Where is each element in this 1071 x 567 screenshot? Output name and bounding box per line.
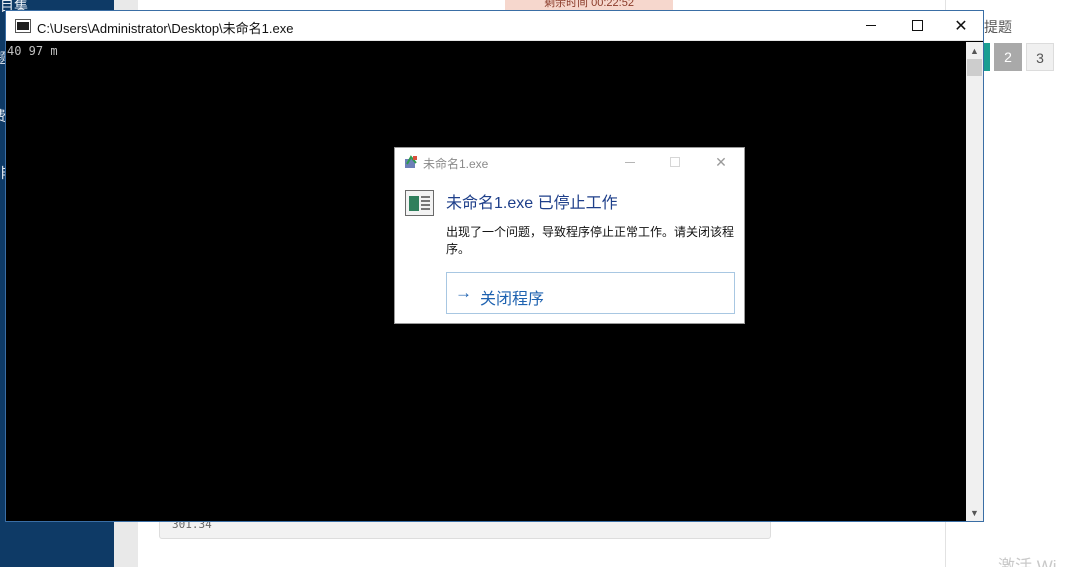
close-icon: ✕ <box>715 153 727 170</box>
close-program-label: 关闭程序 <box>480 291 545 308</box>
close-program-button[interactable]: → 关闭程序 <box>446 272 735 314</box>
arrow-right-icon: → <box>455 283 472 302</box>
console-titlebar[interactable]: C:\Users\Administrator\Desktop\未命名1.exe … <box>6 11 983 41</box>
maximize-icon <box>670 157 680 167</box>
minimize-button[interactable] <box>848 11 894 40</box>
dialog-maximize-button[interactable] <box>664 152 686 172</box>
scroll-thumb[interactable] <box>967 59 982 76</box>
maximize-button[interactable] <box>894 11 940 40</box>
console-title: C:\Users\Administrator\Desktop\未命名1.exe <box>37 21 294 36</box>
maximize-icon <box>911 20 923 31</box>
close-icon: ✕ <box>954 17 968 35</box>
page-button-2[interactable]: 2 <box>994 43 1022 71</box>
scroll-up-icon[interactable]: ▲ <box>966 42 983 59</box>
close-button[interactable]: ✕ <box>938 11 984 40</box>
right-panel-hint: 提题 <box>984 19 1012 35</box>
error-dialog: 未命名1.exe ✕ 未命名1.exe 已停止工作 出现了一个问题，导致程序停止… <box>394 147 745 324</box>
console-app-icon <box>15 19 31 33</box>
page-button-3[interactable]: 3 <box>1026 43 1054 71</box>
console-scrollbar[interactable]: ▲ ▼ <box>966 42 983 521</box>
page-button-1[interactable] <box>984 43 990 71</box>
scroll-down-icon[interactable]: ▼ <box>966 504 983 521</box>
minimize-icon <box>866 25 876 26</box>
dialog-minimize-button[interactable] <box>619 152 641 172</box>
program-window-icon <box>405 190 434 216</box>
console-output: 40 97 m <box>7 44 58 58</box>
minimize-icon <box>625 161 635 163</box>
app-crash-icon <box>405 155 417 168</box>
activation-watermark: 激活 Wi <box>998 557 1057 567</box>
timer-banner: 剩余时间 00:22:52 <box>505 0 673 10</box>
dialog-close-button[interactable]: ✕ <box>710 152 732 172</box>
dialog-title: 未命名1.exe <box>423 157 489 171</box>
dialog-message: 出现了一个问题，导致程序停止正常工作。请关闭该程序。 <box>446 225 735 256</box>
dialog-headline: 未命名1.exe 已停止工作 <box>446 195 618 212</box>
